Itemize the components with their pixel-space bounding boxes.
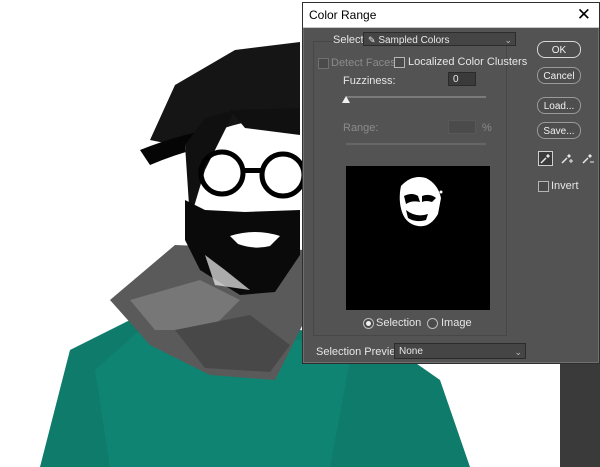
detect-faces-checkbox[interactable] — [318, 58, 329, 69]
fuzziness-slider-thumb[interactable] — [342, 96, 350, 103]
selection-preview-value: None — [399, 346, 423, 357]
eyedropper-minus-icon[interactable] — [580, 151, 595, 166]
title-bar[interactable]: Color Range ✕ — [303, 3, 599, 28]
select-value: Sampled Colors — [378, 35, 450, 46]
selection-preview-label: Selection Preview: — [316, 346, 407, 358]
selection-preview-dropdown[interactable]: None ⌄ — [394, 343, 526, 359]
range-slider[interactable] — [346, 143, 486, 145]
range-label: Range: — [343, 122, 379, 134]
selection-radio[interactable] — [363, 318, 374, 329]
eyedropper-icon[interactable] — [538, 151, 553, 166]
fuzziness-label: Fuzziness: — [343, 75, 396, 87]
ok-button[interactable]: OK — [537, 41, 581, 58]
invert-label: Invert — [551, 180, 579, 192]
select-dropdown[interactable]: ✎ Sampled Colors ⌄ — [363, 32, 516, 46]
detect-faces-label: Detect Faces — [331, 57, 396, 69]
load-button[interactable]: Load... — [537, 97, 581, 114]
image-radio[interactable] — [427, 318, 438, 329]
color-range-dialog: Color Range ✕ Select: ✎ Sampled Colors ⌄… — [302, 2, 600, 364]
dialog-title: Color Range — [309, 8, 377, 22]
localized-clusters-checkbox[interactable] — [394, 57, 405, 68]
invert-checkbox[interactable] — [538, 181, 549, 192]
eyedropper-plus-icon[interactable] — [559, 151, 574, 166]
cancel-button[interactable]: Cancel — [537, 67, 581, 84]
fuzziness-input[interactable]: 0 — [448, 72, 476, 86]
selection-mask-preview — [399, 177, 443, 227]
image-radio-label: Image — [441, 317, 472, 329]
localized-clusters-label: Localized Color Clusters — [408, 56, 528, 68]
chevron-down-icon: ⌄ — [514, 347, 522, 357]
eyedropper-icon: ✎ — [368, 35, 376, 45]
select-label: Select: — [333, 34, 367, 46]
selection-radio-label: Selection — [376, 317, 422, 329]
save-button[interactable]: Save... — [537, 122, 581, 139]
range-input[interactable] — [448, 120, 476, 134]
selection-preview-image — [346, 166, 490, 310]
fuzziness-slider[interactable] — [346, 96, 486, 98]
close-icon[interactable]: ✕ — [577, 5, 591, 25]
canvas-edge — [560, 360, 600, 467]
range-unit: % — [482, 122, 492, 134]
chevron-down-icon: ⌄ — [504, 35, 512, 45]
